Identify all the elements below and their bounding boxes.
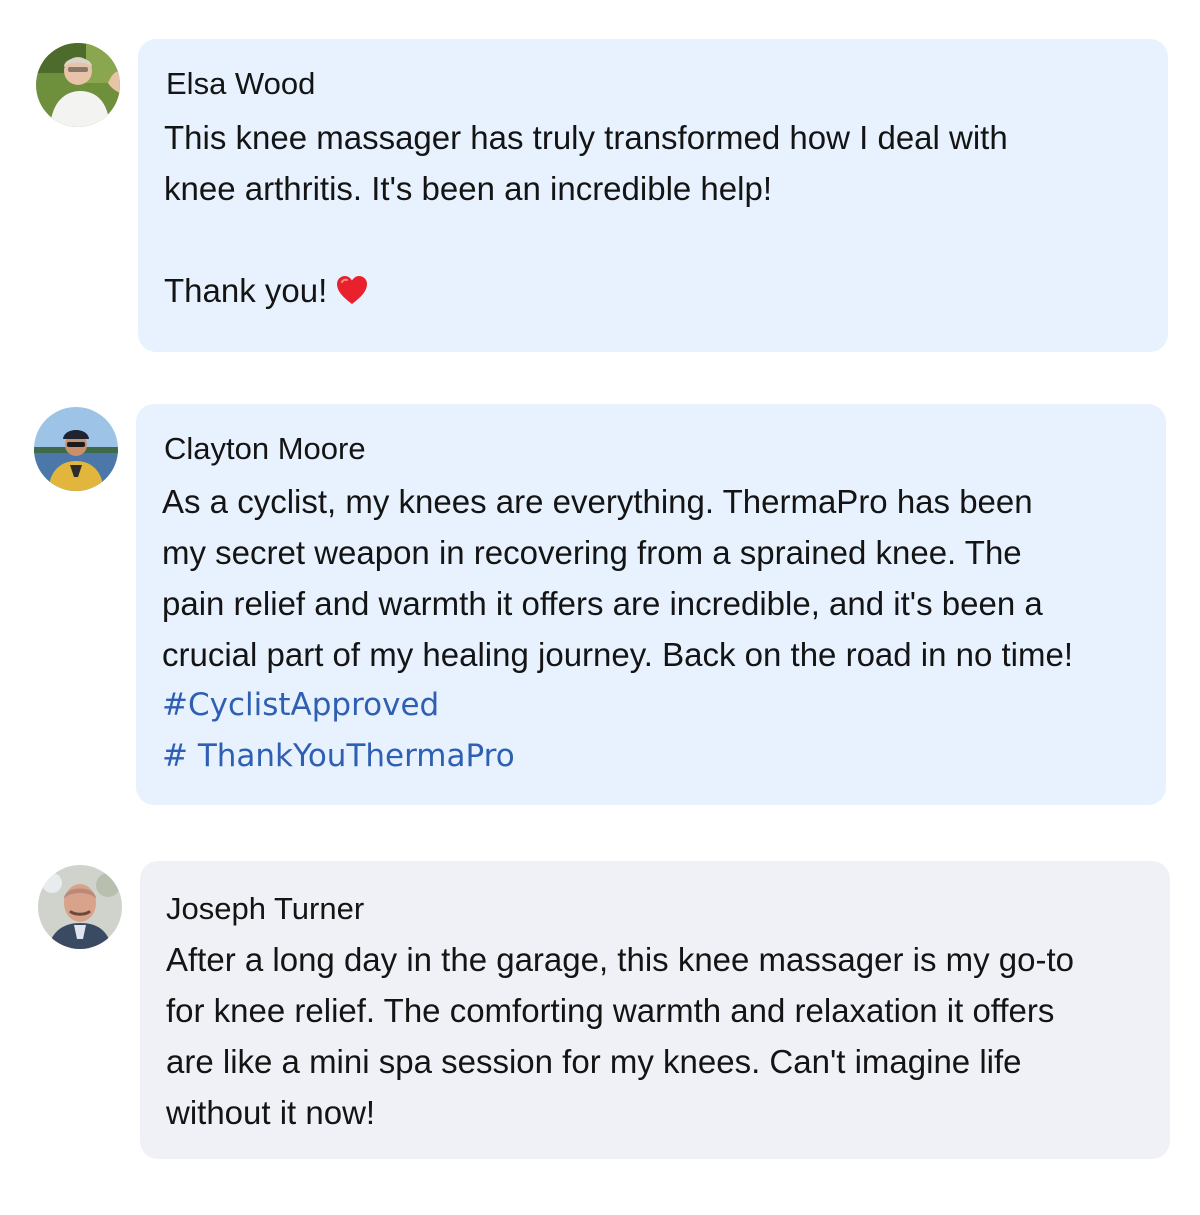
- thanks-text: Thank you!: [164, 272, 328, 309]
- avatar[interactable]: [36, 43, 120, 127]
- review-line: [164, 214, 1008, 265]
- review-line: for knee relief. The comforting warmth a…: [166, 992, 1055, 1029]
- review-line-thanks: Thank you!: [164, 265, 1008, 316]
- review-line: This knee massager has truly transformed…: [164, 119, 1008, 156]
- avatar-photo-icon: [38, 865, 122, 949]
- review-line: pain relief and warmth it offers are inc…: [162, 585, 1043, 622]
- review-line: crucial part of my healing journey. Back…: [162, 636, 1074, 673]
- avatar[interactable]: [34, 407, 118, 491]
- review-clayton-moore: Clayton Moore As a cyclist, my knees are…: [0, 380, 1200, 820]
- review-text: This knee massager has truly transformed…: [164, 112, 1008, 316]
- hashtag-link[interactable]: # ThankYouThermaPro: [162, 731, 1073, 782]
- avatar-photo-icon: [34, 407, 118, 491]
- avatar-photo-icon: [36, 43, 120, 127]
- review-joseph-turner: Joseph Turner After a long day in the ga…: [0, 840, 1200, 1180]
- avatar[interactable]: [38, 865, 122, 949]
- review-line: After a long day in the garage, this kne…: [166, 941, 1074, 978]
- reviewer-name[interactable]: Elsa Wood: [166, 66, 315, 102]
- review-bubble: Elsa Wood This knee massager has truly t…: [138, 39, 1168, 352]
- hashtag-link[interactable]: #CyclistApproved: [162, 680, 1073, 731]
- review-line: knee arthritis. It's been an incredible …: [164, 170, 772, 207]
- reviewer-name[interactable]: Joseph Turner: [166, 891, 364, 927]
- review-line: without it now!: [166, 1094, 376, 1131]
- review-bubble: Joseph Turner After a long day in the ga…: [140, 861, 1170, 1159]
- review-text: As a cyclist, my knees are everything. T…: [162, 476, 1073, 782]
- review-line: are like a mini spa session for my knees…: [166, 1043, 1022, 1080]
- review-line: my secret weapon in recovering from a sp…: [162, 534, 1022, 571]
- review-text: After a long day in the garage, this kne…: [166, 934, 1074, 1138]
- review-line: As a cyclist, my knees are everything. T…: [162, 483, 1033, 520]
- heart-icon: [337, 276, 368, 304]
- review-bubble: Clayton Moore As a cyclist, my knees are…: [136, 404, 1166, 805]
- reviewer-name[interactable]: Clayton Moore: [164, 431, 366, 467]
- review-elsa-wood: Elsa Wood This knee massager has truly t…: [0, 0, 1200, 360]
